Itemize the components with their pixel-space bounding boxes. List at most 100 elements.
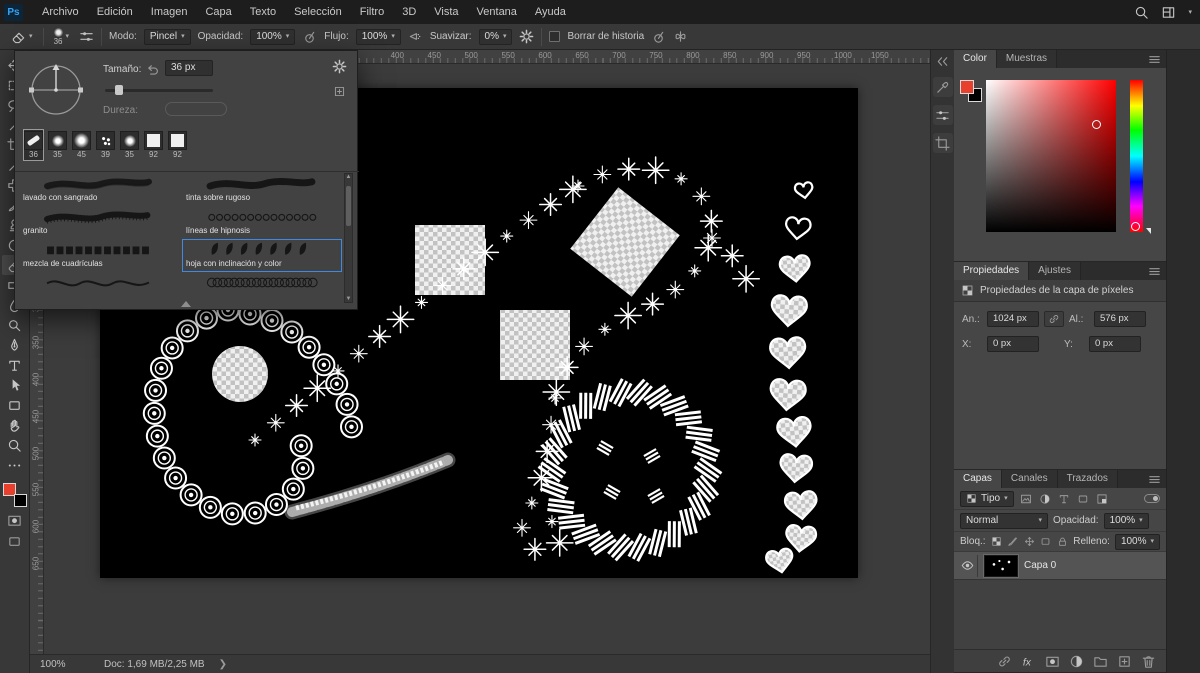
filter-pixel-layers-icon[interactable] — [1019, 492, 1033, 506]
color-tab-color[interactable]: Color — [954, 50, 997, 68]
layer-visibility-toggle[interactable] — [958, 554, 978, 577]
layers-tab-trazados[interactable]: Trazados — [1057, 470, 1118, 488]
brush-preset[interactable] — [182, 272, 342, 303]
link-dimensions-button[interactable] — [1044, 311, 1064, 327]
path-selection-tool[interactable] — [2, 375, 28, 395]
flujo-field[interactable]: 100% ▾ — [355, 28, 401, 45]
y-field[interactable]: 0 px — [1089, 336, 1141, 352]
menu-vista[interactable]: Vista — [425, 2, 467, 22]
brush-preset[interactable]: granito — [19, 206, 179, 239]
modo-dropdown[interactable]: Pincel ▾ — [143, 28, 191, 45]
zoom-tool[interactable] — [2, 435, 28, 455]
popup-resize-grip[interactable] — [181, 301, 191, 307]
menu-imagen[interactable]: Imagen — [142, 2, 197, 22]
panel-strip-icon-2[interactable] — [932, 105, 953, 125]
brush-preset[interactable]: lavado con sangrado — [19, 173, 179, 206]
screen-mode-button[interactable] — [0, 534, 29, 549]
filter-type-layers-icon[interactable] — [1057, 492, 1071, 506]
workspace-icon[interactable] — [1161, 5, 1176, 20]
color-swatches[interactable] — [2, 483, 27, 507]
more-tools-tool[interactable] — [2, 455, 28, 475]
brush-tip[interactable]: 36 — [23, 129, 44, 161]
dodge-tool[interactable] — [2, 315, 28, 335]
brush-preset[interactable] — [19, 272, 179, 303]
brush-tip[interactable]: 35 — [119, 129, 140, 161]
background-color-swatch[interactable] — [13, 494, 27, 507]
new-group-icon[interactable] — [1093, 654, 1108, 669]
quick-mask-button[interactable] — [0, 513, 29, 528]
tool-preset-button[interactable]: ▾ — [8, 27, 36, 46]
reset-size-icon[interactable] — [145, 62, 160, 77]
layer-fill-field[interactable]: 100% ▾ — [1114, 533, 1161, 550]
lock-pixels-icon[interactable] — [1007, 535, 1019, 549]
pressure-size-icon[interactable] — [651, 29, 666, 44]
filter-shape-layers-icon[interactable] — [1076, 492, 1090, 506]
new-adjustment-layer-icon[interactable] — [1069, 654, 1084, 669]
foreground-color-swatch[interactable] — [960, 80, 974, 94]
properties-tab-ajustes[interactable]: Ajustes — [1029, 262, 1081, 280]
brush-popup-gear-icon[interactable] — [332, 59, 347, 74]
menu-texto[interactable]: Texto — [241, 2, 285, 22]
brush-tip[interactable]: 39 — [95, 129, 116, 161]
menu-ventana[interactable]: Ventana — [468, 2, 526, 22]
airbrush-icon[interactable] — [408, 29, 423, 44]
new-layer-icon[interactable] — [1117, 654, 1132, 669]
size-slider-thumb[interactable] — [115, 85, 123, 95]
layer-opacity-field[interactable]: 100% ▾ — [1103, 512, 1149, 529]
brush-settings-panel-icon[interactable] — [79, 29, 94, 44]
brush-preset[interactable]: líneas de hipnosis — [182, 206, 342, 239]
filter-smart-objects-icon[interactable] — [1095, 492, 1109, 506]
panel-strip-icon-3[interactable] — [932, 133, 953, 153]
hue-slider[interactable] — [1130, 80, 1143, 232]
symmetry-icon[interactable] — [673, 29, 688, 44]
type-tool[interactable] — [2, 355, 28, 375]
brush-preset-picker-button[interactable]: 36 ▾ — [51, 26, 73, 48]
properties-tab-propiedades[interactable]: Propiedades — [954, 262, 1030, 280]
panel-strip-icon-1[interactable] — [932, 77, 953, 97]
menu-filtro[interactable]: Filtro — [351, 2, 393, 22]
color-swatches-mini[interactable] — [960, 80, 986, 106]
color-panel-menu-icon[interactable] — [1147, 50, 1166, 68]
menu-capa[interactable]: Capa — [196, 2, 240, 22]
brush-preset[interactable]: tinta sobre rugoso — [182, 173, 342, 206]
brush-angle-control[interactable] — [25, 59, 87, 121]
brush-preset[interactable]: hoja con inclinación y color — [182, 239, 342, 272]
brush-list-scrollbar[interactable]: ▲ ▼ — [344, 173, 353, 303]
brush-preset[interactable]: mezcla de cuadrículas — [19, 239, 179, 272]
scrollbar-thumb[interactable] — [346, 186, 351, 226]
menu-3d[interactable]: 3D — [393, 2, 425, 22]
color-tab-muestras[interactable]: Muestras — [996, 50, 1058, 68]
filter-toggle-switch[interactable] — [1144, 494, 1160, 503]
status-options-chevron[interactable]: ❯ — [219, 659, 227, 670]
link-layers-icon[interactable] — [997, 654, 1012, 669]
layers-tab-canales[interactable]: Canales — [1001, 470, 1058, 488]
scroll-down-icon[interactable]: ▼ — [345, 296, 352, 302]
search-icon[interactable] — [1134, 5, 1149, 20]
pressure-opacity-icon[interactable] — [302, 29, 317, 44]
menu-edición[interactable]: Edición — [88, 2, 142, 22]
layer-row[interactable]: Capa 0 — [954, 552, 1166, 580]
scroll-up-icon[interactable]: ▲ — [345, 174, 352, 180]
workspace-chevron-icon[interactable]: ▾ — [1188, 9, 1192, 16]
width-field[interactable]: 1024 px — [987, 311, 1039, 327]
opacidad-field[interactable]: 100% ▾ — [250, 28, 296, 45]
shape-tool[interactable] — [2, 395, 28, 415]
add-mask-icon[interactable] — [1045, 654, 1060, 669]
menu-selección[interactable]: Selección — [285, 2, 351, 22]
size-slider[interactable] — [105, 85, 213, 95]
suavizar-field[interactable]: 0% ▾ — [478, 28, 513, 45]
lock-transparency-icon[interactable] — [991, 535, 1003, 549]
menu-ayuda[interactable]: Ayuda — [526, 2, 575, 22]
hue-slider-marker[interactable] — [1131, 222, 1140, 231]
blend-mode-dropdown[interactable]: Normal ▾ — [960, 512, 1048, 529]
filter-type-dropdown[interactable]: Tipo ▾ — [960, 490, 1014, 507]
lock-position-icon[interactable] — [1024, 535, 1036, 549]
lock-all-icon[interactable] — [1057, 535, 1069, 549]
smoothing-gear-icon[interactable] — [519, 29, 534, 44]
brush-tip[interactable]: 45 — [71, 129, 92, 161]
filter-adjustment-layers-icon[interactable] — [1038, 492, 1052, 506]
pen-tool[interactable] — [2, 335, 28, 355]
layers-panel-menu-icon[interactable] — [1147, 470, 1166, 488]
new-brush-preset-icon[interactable] — [333, 85, 346, 98]
brush-tip[interactable]: 92 — [167, 129, 188, 161]
